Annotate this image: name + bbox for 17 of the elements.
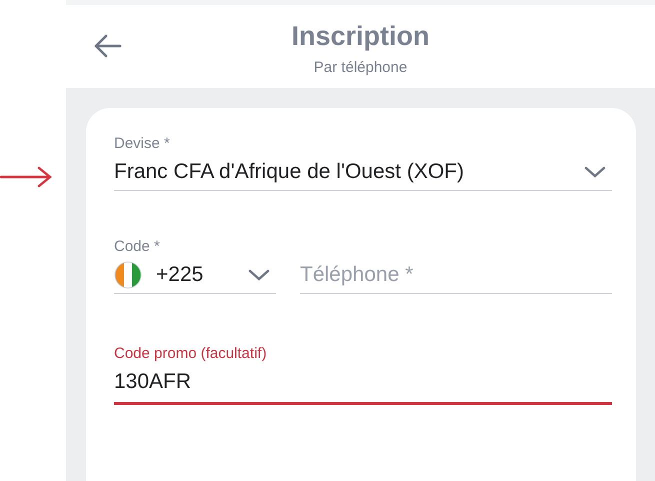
chevron-down-icon (248, 269, 270, 281)
code-select[interactable]: Code * +225 (114, 237, 276, 294)
field-label: Devise * (114, 134, 171, 154)
back-icon[interactable] (94, 34, 122, 58)
flag-icon (114, 261, 142, 289)
field-value: Franc CFA d'Afrique de l'Ouest (XOF) (114, 160, 464, 184)
chevron-down-icon (584, 166, 606, 178)
field-value: +225 (156, 263, 204, 287)
field-label: Code promo (facultatif) (114, 344, 268, 364)
field-value: 130AFR (114, 370, 192, 394)
promo-code-field[interactable]: Code promo (facultatif) 130AFR (114, 344, 612, 405)
page-title: Inscription (291, 20, 430, 53)
currency-select[interactable]: Devise * Franc CFA d'Afrique de l'Ouest (XOF) (114, 134, 612, 191)
page-subtitle: Par téléphone (314, 59, 408, 76)
field-label: Code * (114, 237, 161, 257)
phone-input[interactable]: Téléphone * (300, 257, 612, 293)
arrow-icon (0, 166, 52, 188)
